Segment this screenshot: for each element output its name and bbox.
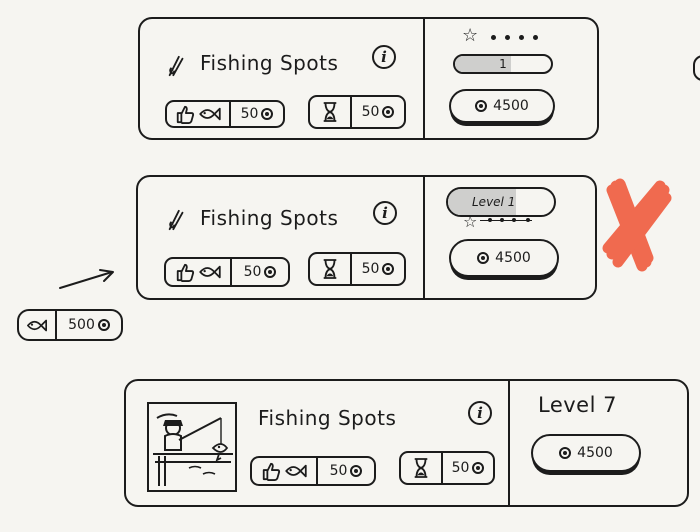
purchase-button[interactable]: 4500 [449,239,559,277]
stat-value: 50 [361,104,380,120]
fishing-spot-card-3[interactable]: Fishing Spots i 50 50 Level 7 4500 [124,379,689,507]
stat-value: 50 [329,463,348,479]
stat-value: 50 [243,264,262,280]
time-stat: 50 [399,451,495,485]
star-empty-dot [500,218,504,222]
stat-value: 50 [240,106,259,122]
hourglass-icon [321,101,339,123]
info-icon[interactable]: i [468,401,492,425]
level-label: Level 1 [472,195,516,209]
info-icon[interactable]: i [373,201,397,225]
info-icon[interactable]: i [372,45,396,69]
coin-icon [382,106,395,118]
star-empty-dot [519,35,524,40]
time-stat: 50 [308,252,406,286]
arrow-icon [59,269,114,289]
coin-icon [382,263,395,275]
coin-icon [559,447,572,459]
star-empty-dot [526,218,530,222]
thumbs-up-icon [261,461,281,481]
stat-value: 50 [361,261,380,277]
card-divider [423,19,425,138]
fishing-rod-icon [166,207,188,233]
fishing-spot-card-2[interactable]: Fishing Spots i 50 50 Level 1 ☆ 4500 [136,175,597,300]
fish-icon [284,463,308,479]
purchase-button[interactable]: 4500 [531,434,641,472]
star-icon: ☆ [462,25,479,46]
star-icon: ☆ [463,212,478,231]
card-divider [423,177,425,298]
card-title: Fishing Spots [200,206,339,230]
star-empty-dot [491,35,496,40]
thumbs-up-icon [175,104,195,124]
fisherman-illustration [153,413,233,486]
fishing-spot-card-1[interactable]: Fishing Spots i 50 50 ☆ 1 4500 [138,17,599,140]
purchase-cost: 4500 [577,445,613,461]
purchase-cost: 4500 [493,98,529,114]
time-stat: 50 [308,95,406,129]
card-title: Fishing Spots [258,406,397,430]
hourglass-icon [321,258,339,280]
rejected-mark-icon [602,178,672,272]
coin-icon [350,465,363,477]
star-empty-dot [488,218,492,222]
stat-value: 50 [451,460,470,476]
coin-icon [261,108,274,120]
fish-icon [26,318,48,333]
thumbs-up-icon [175,262,195,282]
coin-icon [264,266,277,278]
hourglass-icon [412,457,430,479]
likes-fish-stat: 50 [165,100,285,128]
level-label: Level 7 [538,393,617,417]
fish-icon [198,106,222,122]
fish-count-pill: 500 [17,309,123,341]
fish-icon [198,264,222,280]
star-empty-dot [505,35,510,40]
fishing-rod-icon [166,53,188,79]
card-title: Fishing Spots [200,51,339,75]
fishing-spot-thumbnail [147,402,237,492]
coin-icon [475,100,488,112]
likes-fish-stat: 50 [164,257,290,287]
offscreen-card-edge [693,55,700,81]
star-empty-dot [533,35,538,40]
purchase-button[interactable]: 4500 [449,89,555,123]
coin-icon [472,462,485,474]
coin-icon [477,252,490,264]
coin-icon [97,319,110,331]
purchase-cost: 4500 [495,250,531,266]
level-value: 1 [499,57,507,71]
star-empty-dot [512,218,516,222]
card-divider [508,381,510,505]
level-progress-bar: 1 [453,54,553,74]
fish-count-value: 500 [68,317,95,333]
likes-fish-stat: 50 [250,456,376,486]
